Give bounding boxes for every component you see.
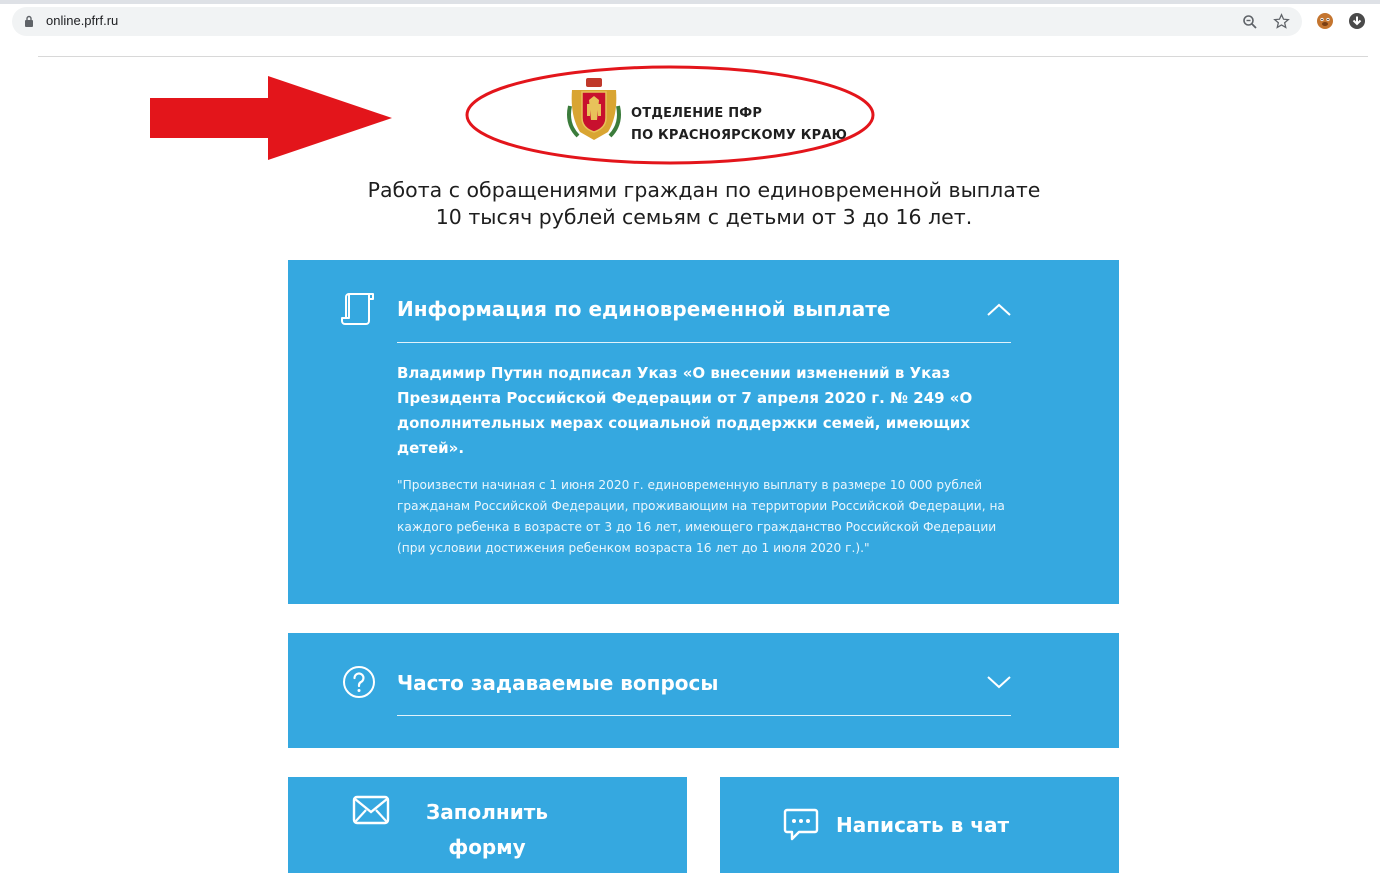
zoom-icon[interactable] xyxy=(1242,14,1258,30)
envelope-icon xyxy=(352,795,390,825)
faq-panel-divider xyxy=(397,715,1011,716)
fill-form-label-line-1: Заполнить xyxy=(426,800,548,824)
logo-line-1: ОТДЕЛЕНИЕ ПФР xyxy=(631,106,763,121)
page-title: Работа с обращениями граждан по единовре… xyxy=(290,177,1118,231)
info-panel-divider xyxy=(397,342,1011,343)
download-icon[interactable] xyxy=(1349,13,1365,29)
info-panel-heading[interactable]: Информация по единовременной выплате xyxy=(397,297,890,321)
page-title-line-2: 10 тысяч рублей семьям с детьми от 3 до … xyxy=(435,205,973,229)
chat-bubbles-icon xyxy=(783,808,819,841)
chevron-down-icon[interactable] xyxy=(986,675,1012,689)
faq-accordion-panel[interactable]: Часто задаваемые вопросы xyxy=(288,633,1119,748)
red-arrow-annotation xyxy=(150,76,392,160)
info-quote-text: "Произвести начиная с 1 июня 2020 г. еди… xyxy=(397,478,1005,555)
info-lead-text: Владимир Путин подписал Указ «О внесении… xyxy=(397,364,973,457)
extension-icon[interactable] xyxy=(1316,12,1334,30)
faq-panel-heading[interactable]: Часто задаваемые вопросы xyxy=(397,671,718,695)
fill-form-label: Заполнить форму xyxy=(406,795,568,865)
star-icon[interactable] xyxy=(1273,13,1290,30)
coat-of-arms-icon xyxy=(567,78,621,140)
fill-form-label-line-2: форму xyxy=(448,835,526,859)
chevron-up-icon[interactable] xyxy=(986,303,1012,317)
logo-line-2: ПО КРАСНОЯРСКОМУ КРАЮ xyxy=(631,128,848,143)
logo-text[interactable]: ОТДЕЛЕНИЕ ПФР ПО КРАСНОЯРСКОМУ КРАЮ xyxy=(631,103,847,147)
header-divider xyxy=(38,56,1368,57)
question-circle-icon xyxy=(343,666,375,698)
write-to-chat-button[interactable]: Написать в чат xyxy=(720,777,1119,873)
lock-icon[interactable] xyxy=(24,15,34,27)
url-text[interactable]: online.pfrf.ru xyxy=(46,13,118,28)
page-title-line-1: Работа с обращениями граждан по единовре… xyxy=(367,178,1041,202)
document-scroll-icon xyxy=(341,293,374,325)
browser-top-strip xyxy=(0,0,1380,4)
info-accordion-panel: Информация по единовременной выплате Вла… xyxy=(288,260,1119,604)
address-bar[interactable]: online.pfrf.ru xyxy=(12,7,1302,36)
write-to-chat-label: Написать в чат xyxy=(836,813,1010,837)
fill-form-button[interactable]: Заполнить форму xyxy=(288,777,687,873)
